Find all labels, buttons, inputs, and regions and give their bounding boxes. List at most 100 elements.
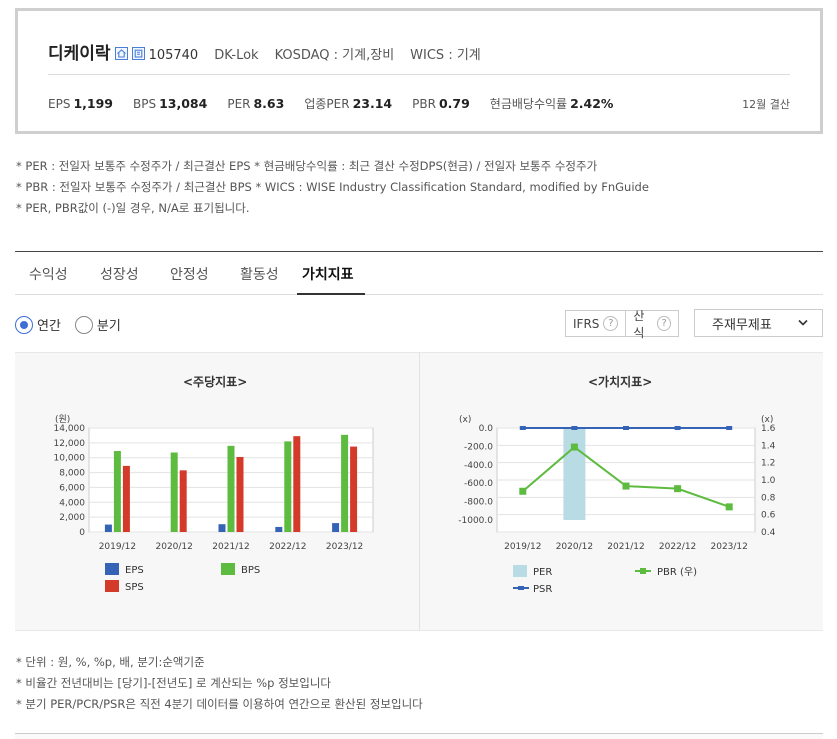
pbr-point bbox=[674, 485, 682, 493]
valuation-chart-title: <가치지표> bbox=[588, 375, 653, 389]
footer-note-line: * 분기 PER/PCR/PSR은 직전 4분기 데이터를 이용하여 연간으로 … bbox=[16, 697, 423, 711]
left-tick-label: -400.0 bbox=[464, 461, 493, 471]
x-tick-label: 2019/12 bbox=[99, 542, 136, 552]
right-tick-label: 1.2 bbox=[761, 459, 775, 469]
right-tick-label: 0.6 bbox=[761, 511, 776, 521]
left-tick-label: 0.0 bbox=[479, 424, 494, 434]
stock-header: 디케이락 105740 DK-Lok KOSDAQ : 기계,장비 WICS :… bbox=[15, 8, 823, 134]
psr-point bbox=[519, 426, 526, 430]
x-tick-label: 2021/12 bbox=[212, 542, 249, 552]
legend-label: EPS bbox=[125, 565, 144, 576]
right-tick-label: 0.8 bbox=[761, 493, 776, 503]
x-tick-label: 2021/12 bbox=[607, 542, 644, 552]
indicator-tabs: 수익성 성장성 안정성 활동성 가치지표 bbox=[15, 252, 823, 295]
home-icon[interactable] bbox=[114, 47, 128, 60]
unit-notes: * 단위 : 원, %, %p, 배, 분기:순액기준 * 비율간 전년대비는 … bbox=[16, 652, 423, 715]
legend-label: BPS bbox=[241, 565, 260, 576]
x-tick-label: 2022/12 bbox=[269, 542, 306, 552]
right-unit-label: (x) bbox=[761, 415, 773, 425]
left-tick-label: -200.0 bbox=[464, 442, 493, 452]
legend-swatch bbox=[640, 568, 646, 574]
help-icon[interactable]: ? bbox=[603, 316, 619, 331]
tab-profitability[interactable]: 수익성 bbox=[29, 264, 68, 284]
bar-sps bbox=[236, 456, 244, 532]
valuation-chart: 1.6 1.4 1.2 1.0 0.8 0.6 0.4 0.0 -200.0 -400.0 -600… bbox=[458, 415, 776, 595]
bar-eps bbox=[275, 526, 283, 532]
y-tick-label: 10,000 bbox=[54, 454, 86, 464]
tab-stability[interactable]: 안정성 bbox=[170, 264, 209, 284]
legend-swatch bbox=[518, 586, 524, 590]
metric-pbr: PBR 0.79 bbox=[412, 96, 470, 111]
building-icon[interactable] bbox=[131, 47, 145, 60]
radio-quarter-label[interactable]: 분기 bbox=[97, 315, 121, 334]
metric-per: PER 8.63 bbox=[227, 96, 285, 111]
y-unit-label: (원) bbox=[55, 414, 70, 425]
right-tick-label: 1.0 bbox=[761, 476, 776, 486]
left-tick-label: -600.0 bbox=[464, 479, 493, 489]
bar-per bbox=[563, 428, 586, 520]
legend-label: PBR (우) bbox=[657, 566, 697, 578]
help-icon[interactable]: ? bbox=[657, 316, 671, 331]
y-tick-label: 4,000 bbox=[59, 498, 85, 508]
pbr-point bbox=[570, 443, 578, 451]
bar-sps bbox=[179, 470, 187, 532]
x-tick-label: 2023/12 bbox=[326, 542, 363, 552]
note-line: * PER : 전일자 보통주 수정주가 / 최근결산 EPS * 현금배당수익… bbox=[16, 159, 598, 173]
legend-label: PER bbox=[533, 567, 552, 578]
pbr-point bbox=[622, 482, 630, 490]
footer-note-line: * 단위 : 원, %, %p, 배, 분기:순액기준 bbox=[16, 655, 205, 669]
metric-industry-per: 업종PER 23.14 bbox=[304, 96, 393, 111]
y-tick-label: 2,000 bbox=[59, 513, 85, 523]
bar-bps bbox=[284, 441, 292, 532]
y-tick-label: 0 bbox=[79, 528, 85, 538]
bar-eps bbox=[104, 524, 112, 532]
radio-quarter[interactable] bbox=[74, 315, 93, 334]
left-tick-label: -1000.0 bbox=[458, 516, 493, 526]
x-tick-label: 2022/12 bbox=[659, 542, 696, 552]
psr-point bbox=[571, 426, 578, 430]
legend-swatch bbox=[513, 565, 527, 577]
radio-annual[interactable] bbox=[15, 315, 33, 334]
right-tick-label: 1.4 bbox=[761, 441, 776, 451]
pbr-point bbox=[519, 487, 527, 495]
statement-select-value: 주재무제표 bbox=[712, 317, 772, 333]
metric-bps: BPS 13,084 bbox=[132, 96, 208, 111]
chart-panel-divider bbox=[419, 352, 420, 631]
tab-valuation[interactable]: 가치지표 bbox=[302, 264, 354, 284]
bar-eps bbox=[332, 523, 340, 532]
header-divider bbox=[48, 74, 790, 75]
wics-info: WICS : 기계 bbox=[410, 48, 481, 63]
footer-note-line: * 비율간 전년대비는 [당기]-[전년도] 로 계산되는 %p 정보입니다 bbox=[16, 676, 331, 690]
tab-growth[interactable]: 성장성 bbox=[100, 264, 139, 284]
x-tick-label: 2020/12 bbox=[556, 542, 593, 552]
ifrs-button[interactable]: IFRS? bbox=[566, 316, 625, 331]
psr-point bbox=[674, 426, 681, 430]
bar-bps bbox=[227, 445, 235, 532]
chevron-down-icon bbox=[798, 319, 808, 326]
y-tick-label: 14,000 bbox=[54, 424, 86, 434]
note-line: * PER, PBR값이 (-)일 경우, N/A로 표기됩니다. bbox=[16, 201, 250, 215]
y-tick-label: 6,000 bbox=[59, 483, 85, 493]
tab-activity[interactable]: 활동성 bbox=[240, 264, 279, 284]
market-info: KOSDAQ : 기계,장비 bbox=[274, 48, 395, 63]
radio-annual-label[interactable]: 연간 bbox=[37, 315, 61, 334]
y-tick-label: 8,000 bbox=[59, 469, 85, 479]
metric-eps: EPS 1,199 bbox=[48, 96, 113, 111]
note-line: * PBR : 전일자 보통주 수정주가 / 최근결산 BPS * WICS :… bbox=[16, 180, 649, 194]
metric-dividend-yield: 현금배당수익률 2.42% bbox=[489, 96, 614, 111]
statement-select[interactable]: 주재무제표 bbox=[694, 309, 823, 337]
bar-sps bbox=[350, 446, 358, 532]
psr-point bbox=[726, 426, 733, 430]
calc-button[interactable]: 산식? bbox=[625, 309, 678, 340]
psr-point bbox=[623, 426, 629, 430]
bar-sps bbox=[293, 436, 301, 532]
settlement-month: 12월 결산 bbox=[742, 98, 790, 111]
pbr-point bbox=[725, 503, 733, 511]
stock-title-row: 디케이락 105740 DK-Lok KOSDAQ : 기계,장비 WICS :… bbox=[48, 39, 481, 64]
company-name: 디케이락 bbox=[48, 44, 111, 64]
period-selector: 연간 분기 bbox=[15, 315, 135, 334]
legend-swatch bbox=[105, 580, 119, 592]
legend-swatch bbox=[105, 563, 119, 575]
right-tick-label: 1.6 bbox=[761, 424, 776, 434]
bar-sps bbox=[122, 465, 130, 532]
